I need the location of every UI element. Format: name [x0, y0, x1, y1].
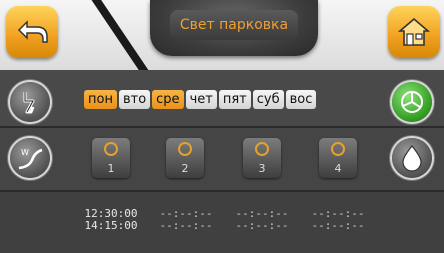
screen: Свет парковка W пон вто сре чет пят суб …	[0, 0, 444, 253]
timer-3-times: --:--:-- --:--:--	[227, 208, 297, 232]
page-title: Свет парковка	[170, 10, 298, 40]
time-off: --:--:--	[235, 219, 289, 232]
weather-mode-button[interactable]: W	[10, 138, 50, 178]
timer-button-1[interactable]: 1	[92, 138, 130, 178]
day-wednesday[interactable]: сре	[152, 90, 184, 109]
timer-number: 2	[181, 162, 189, 175]
timer-button-4[interactable]: 4	[319, 138, 357, 178]
svg-text:W: W	[21, 148, 29, 157]
divider	[0, 126, 444, 128]
electric-mode-button[interactable]	[10, 82, 50, 122]
timer-ring-icon	[255, 142, 269, 156]
time-off: --:--:--	[311, 219, 365, 232]
water-drop-icon	[402, 145, 422, 172]
weather-curve-icon: W	[18, 148, 43, 170]
timer-button-2[interactable]: 2	[166, 138, 204, 178]
day-saturday[interactable]: суб	[252, 90, 284, 109]
pie-chart-icon	[401, 91, 423, 113]
weekday-selector: пон вто сре чет пят суб вос	[84, 90, 317, 109]
timer-number: 3	[258, 162, 266, 175]
timer-button-3[interactable]: 3	[243, 138, 281, 178]
timer-ring-icon	[331, 142, 345, 156]
day-thursday[interactable]: чет	[185, 90, 217, 109]
timer-ring-icon	[104, 142, 118, 156]
timer-1-times: 12:30:00 14:15:00	[76, 208, 146, 232]
electric-bolt-icon	[23, 92, 35, 114]
day-tuesday[interactable]: вто	[118, 90, 151, 109]
timer-number: 1	[107, 162, 115, 175]
day-friday[interactable]: пят	[218, 90, 251, 109]
home-button[interactable]	[388, 6, 440, 58]
day-monday[interactable]: пон	[84, 90, 117, 109]
timers-row	[0, 128, 444, 190]
statistics-button[interactable]	[392, 82, 432, 122]
back-arrow-icon	[17, 20, 48, 43]
timer-2-times: --:--:-- --:--:--	[151, 208, 221, 232]
day-sunday[interactable]: вос	[285, 90, 317, 109]
home-icon	[397, 17, 431, 46]
times-row	[0, 192, 444, 253]
water-button[interactable]	[392, 138, 432, 178]
time-off: 14:15:00	[84, 219, 138, 232]
time-off: --:--:--	[159, 219, 213, 232]
timer-ring-icon	[178, 142, 192, 156]
divider	[0, 190, 444, 192]
timer-4-times: --:--:-- --:--:--	[303, 208, 373, 232]
back-button[interactable]	[6, 6, 58, 58]
timer-number: 4	[334, 162, 342, 175]
title-panel: Свет парковка	[150, 0, 318, 56]
